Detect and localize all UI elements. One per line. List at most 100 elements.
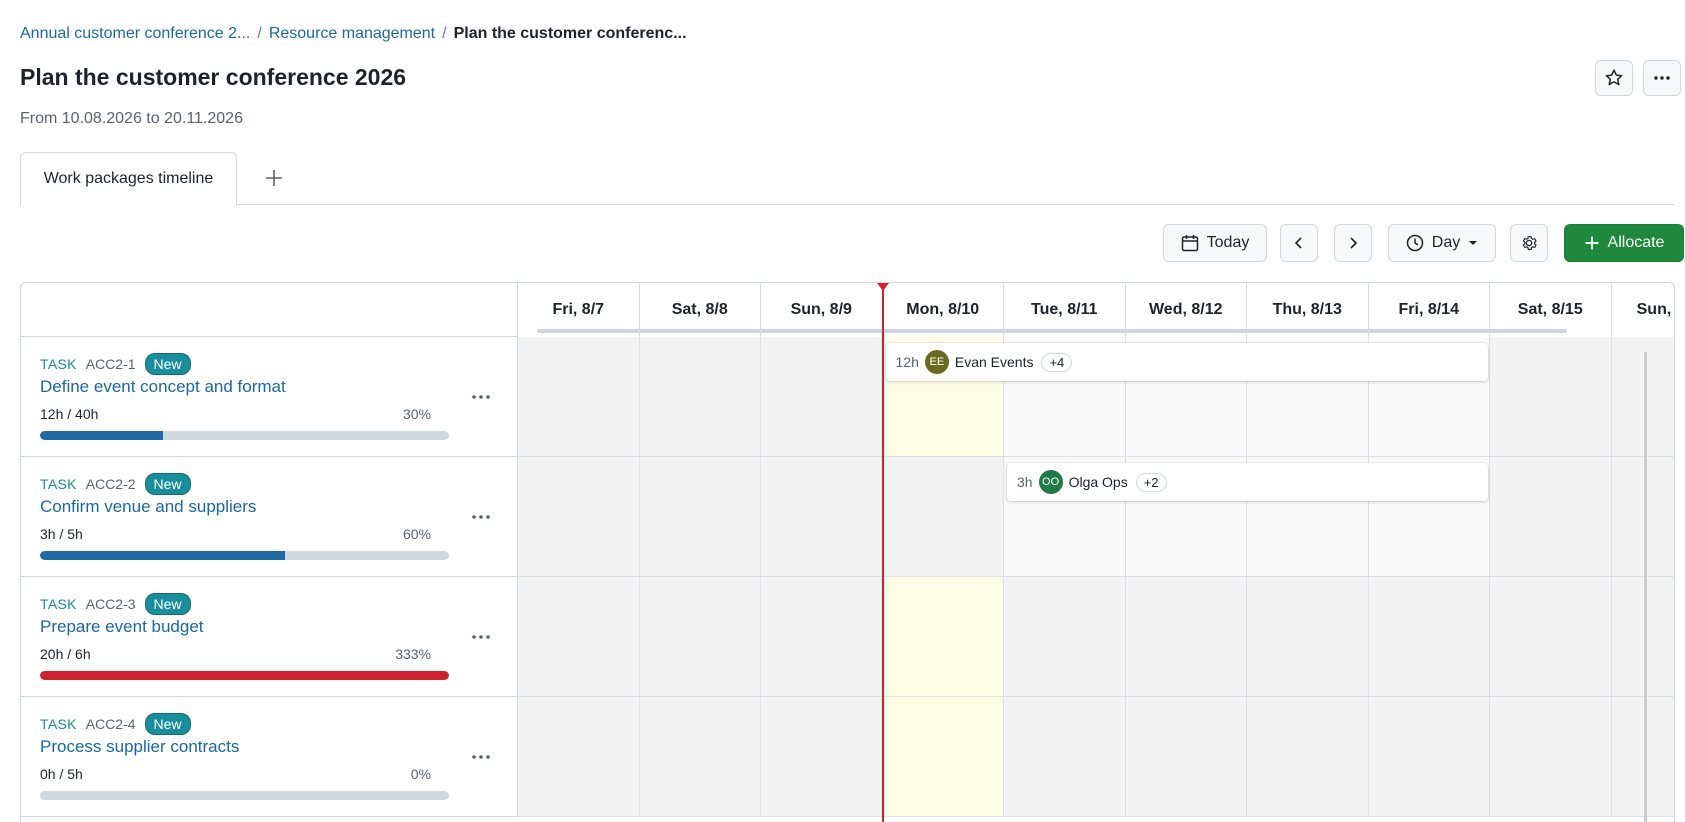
timeline-cell[interactable] [518,337,640,457]
task-progress-bar [40,551,449,560]
timeline-cell[interactable] [639,697,761,817]
timeline-cell[interactable] [761,577,883,697]
task-progress-fill [40,551,286,560]
favorite-button[interactable] [1595,60,1633,96]
calendar-icon [1181,235,1198,252]
day-header: Mon, 8/10 [883,283,1004,337]
task-more-button[interactable] [467,625,495,649]
task-hours: 20h / 6h [40,646,91,662]
allocation-hours: 3h [1017,474,1033,490]
next-period-button[interactable] [1334,224,1372,262]
today-button[interactable]: Today [1163,224,1267,262]
task-row: TASK ACC2-4 New Process supplier contracts 0… [21,697,518,817]
task-more-button[interactable] [467,745,495,769]
date-range: From 10.08.2026 to 20.11.2026 [20,110,243,127]
add-tab-button[interactable] [258,162,290,194]
breadcrumb-project-link[interactable]: Annual customer conference 2... [20,25,250,43]
breadcrumb: Annual customer conference 2... / Resour… [20,22,687,46]
task-progress-fill [40,431,163,440]
timeline-cell[interactable] [1247,577,1369,697]
clock-icon [1406,234,1424,252]
day-header: Sat, 8/8 [640,283,761,337]
plus-icon [1585,236,1599,250]
day-header: Tue, 8/11 [1004,283,1126,337]
timeline-cell[interactable] [1368,697,1490,817]
timeline-cell[interactable] [639,337,761,457]
allocate-label: Allocate [1607,234,1665,251]
more-assignees-badge[interactable]: +2 [1135,472,1167,492]
task-more-button[interactable] [467,385,495,409]
breadcrumb-resource-management-link[interactable]: Resource management [269,25,435,43]
timeline-cell[interactable] [1004,697,1126,817]
page: Annual customer conference 2... / Resour… [0,0,1685,822]
task-title-link[interactable]: Confirm venue and suppliers [40,497,256,517]
task-meta: TASK ACC2-3 New [40,593,191,615]
timeline-cell[interactable] [518,457,640,577]
task-more-button[interactable] [467,505,495,529]
timeline-cell[interactable] [1368,577,1490,697]
kebab-menu-icon [472,635,490,639]
task-meta: TASK ACC2-4 New [40,713,191,735]
timeline-cell[interactable] [1125,697,1247,817]
task-type: TASK [40,476,77,492]
task-hours: 3h / 5h [40,526,83,542]
day-header: Sun, 8/16 [1612,283,1674,337]
status-badge: New [144,593,191,615]
more-actions-button[interactable] [1643,60,1681,96]
plus-icon [266,170,282,186]
timeline-cell[interactable] [761,337,883,457]
timeline-cell[interactable] [1490,337,1612,457]
timeline-cell[interactable] [639,457,761,577]
timeline-cell[interactable] [1125,577,1247,697]
task-id: ACC2-1 [85,356,136,372]
vertical-scrollbar[interactable] [1644,352,1647,822]
allocation-bar[interactable]: 3h OO Olga Ops +2 [1007,463,1488,501]
task-title-link[interactable]: Process supplier contracts [40,737,239,757]
task-row: TASK ACC2-2 New Confirm venue and suppliers… [21,457,518,577]
assignee-name: Olga Ops [1068,474,1128,490]
kebab-menu-icon [472,515,490,519]
task-title-link[interactable]: Define event concept and format [40,377,286,397]
timeline-cell[interactable] [1490,577,1612,697]
task-hours: 0h / 5h [40,766,83,782]
task-meta: TASK ACC2-2 New [40,473,191,495]
day-header: Sat, 8/15 [1490,283,1612,337]
day-header: Wed, 8/12 [1126,283,1247,337]
previous-period-button[interactable] [1280,224,1318,262]
task-percent: 30% [402,406,431,422]
page-title: Plan the customer conference 2026 [20,64,407,90]
tab-bar: Work packages timeline [20,152,1675,205]
timeline-cell[interactable] [518,697,640,817]
allocation-bar[interactable]: 12h EE Evan Events +4 [885,343,1488,381]
kebab-menu-icon [472,395,490,399]
kebab-menu-icon [1654,76,1670,80]
day-header: Fri, 8/7 [518,283,640,337]
timeline-cell[interactable] [1490,457,1612,577]
avatar: OO [1038,470,1063,494]
timeline-cell[interactable] [882,457,1004,577]
timeline-cell[interactable] [1004,577,1126,697]
day-header: Thu, 8/13 [1247,283,1369,337]
allocate-button[interactable]: Allocate [1564,224,1684,262]
chevron-left-icon [1294,237,1302,249]
timeline-cell[interactable] [639,577,761,697]
task-progress-bar [40,791,449,800]
timeline-cell[interactable] [882,577,1004,697]
timeline-cell[interactable] [1490,697,1612,817]
more-assignees-badge[interactable]: +4 [1041,352,1073,372]
chevron-right-icon [1350,237,1358,249]
zoom-level-select[interactable]: Day [1388,224,1496,262]
settings-button[interactable] [1510,224,1548,262]
avatar: EE [924,350,949,374]
timeline-cell[interactable] [761,697,883,817]
task-id: ACC2-3 [85,596,136,612]
today-line [881,283,884,822]
tab-work-packages-timeline[interactable]: Work packages timeline [20,152,237,205]
timeline-cell[interactable] [518,577,640,697]
task-percent: 60% [402,526,431,542]
timeline-cell[interactable] [761,457,883,577]
timeline-cell[interactable] [1247,697,1369,817]
today-label: Today [1206,234,1250,251]
timeline-cell[interactable] [882,697,1004,817]
task-title-link[interactable]: Prepare event budget [40,617,204,637]
